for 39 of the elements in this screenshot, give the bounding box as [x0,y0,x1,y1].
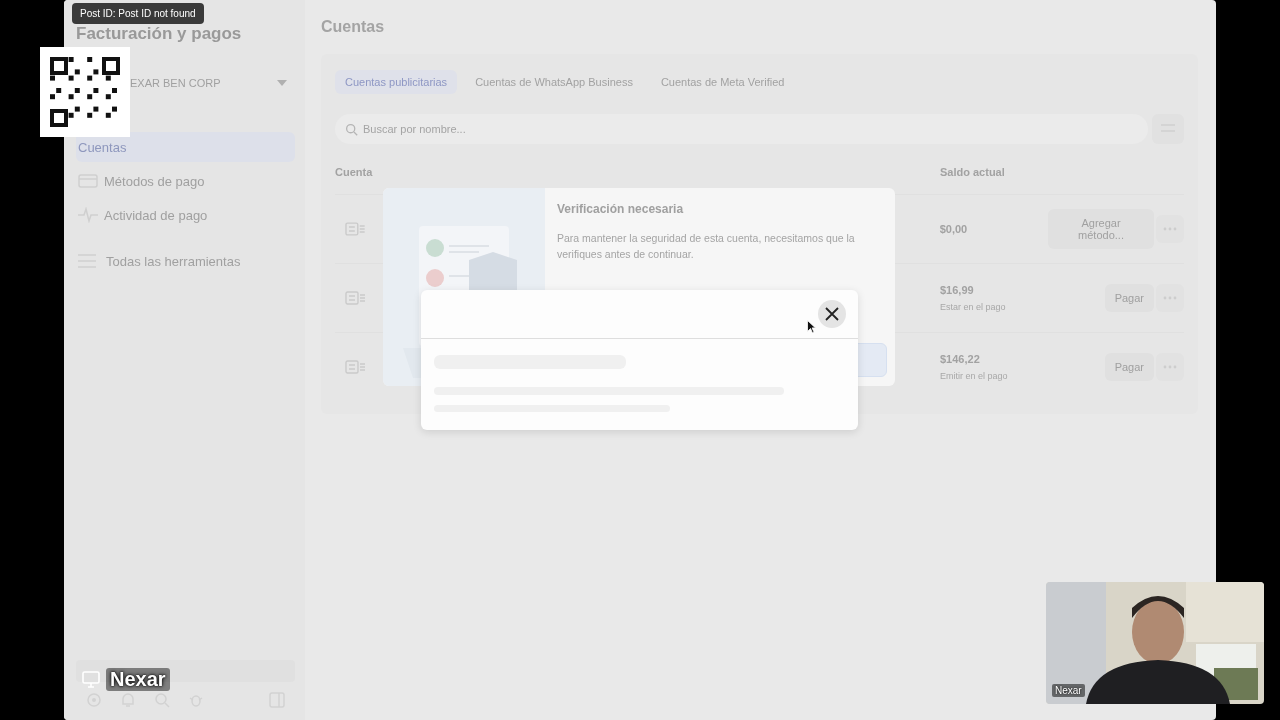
balance-amount: $16,99 [940,284,975,296]
caret-icon[interactable] [277,80,287,86]
tab[interactable]: Cuentas de WhatsApp Business [465,70,643,94]
more-button[interactable] [1156,284,1184,312]
row-action-button[interactable]: Pagar [1104,284,1154,312]
page-title: Facturación y pagos [76,24,243,44]
balance-amount: $0,00 [939,223,969,235]
sidebar-item[interactable]: Actividad de pago [76,200,295,230]
dialog-message: Para mantener la seguridad de esta cuenta, necesitamos que la verifiques antes de continuar. [557,231,856,262]
account-icon [345,222,365,236]
balance-amount: $146,22 [940,353,981,365]
section-title: Cuentas [321,18,386,36]
sidebar-item[interactable]: Cuentas [76,132,295,162]
bell-icon[interactable] [120,692,136,708]
account-name[interactable]: EXAR BEN CORP [130,77,221,89]
all-tools-item[interactable]: Todas las herramientas [76,246,295,276]
tooltip: Post ID: Post ID not found [72,3,204,24]
column-header: Cuenta [335,166,374,178]
monitor-icon [82,671,100,688]
tab[interactable]: Cuentas publicitarias [335,70,458,94]
row-action-button[interactable]: Pagar [1104,353,1154,381]
column-header: Saldo actual [940,166,1005,178]
qr-code-icon [40,47,130,137]
presenter-name: Nexar [106,668,170,691]
account-icon [345,360,365,374]
more-button[interactable] [1156,353,1184,381]
close-button[interactable] [818,300,846,328]
search-icon [345,123,358,136]
mouse-cursor-icon [807,320,816,334]
participant-name: Nexar [1052,684,1085,697]
sidebar-item[interactable]: Métodos de pago [76,166,295,196]
tab[interactable]: Cuentas de Meta Verified [650,70,795,94]
account-icon [345,291,365,305]
close-icon [825,307,839,321]
more-button[interactable] [1156,215,1184,243]
row-action-button[interactable]: Agregar método... [1047,209,1155,249]
search-field[interactable]: Buscar por nombre... [335,114,1148,144]
dialog-title: Verificación necesaria [557,202,685,216]
search-icon[interactable] [154,692,170,708]
